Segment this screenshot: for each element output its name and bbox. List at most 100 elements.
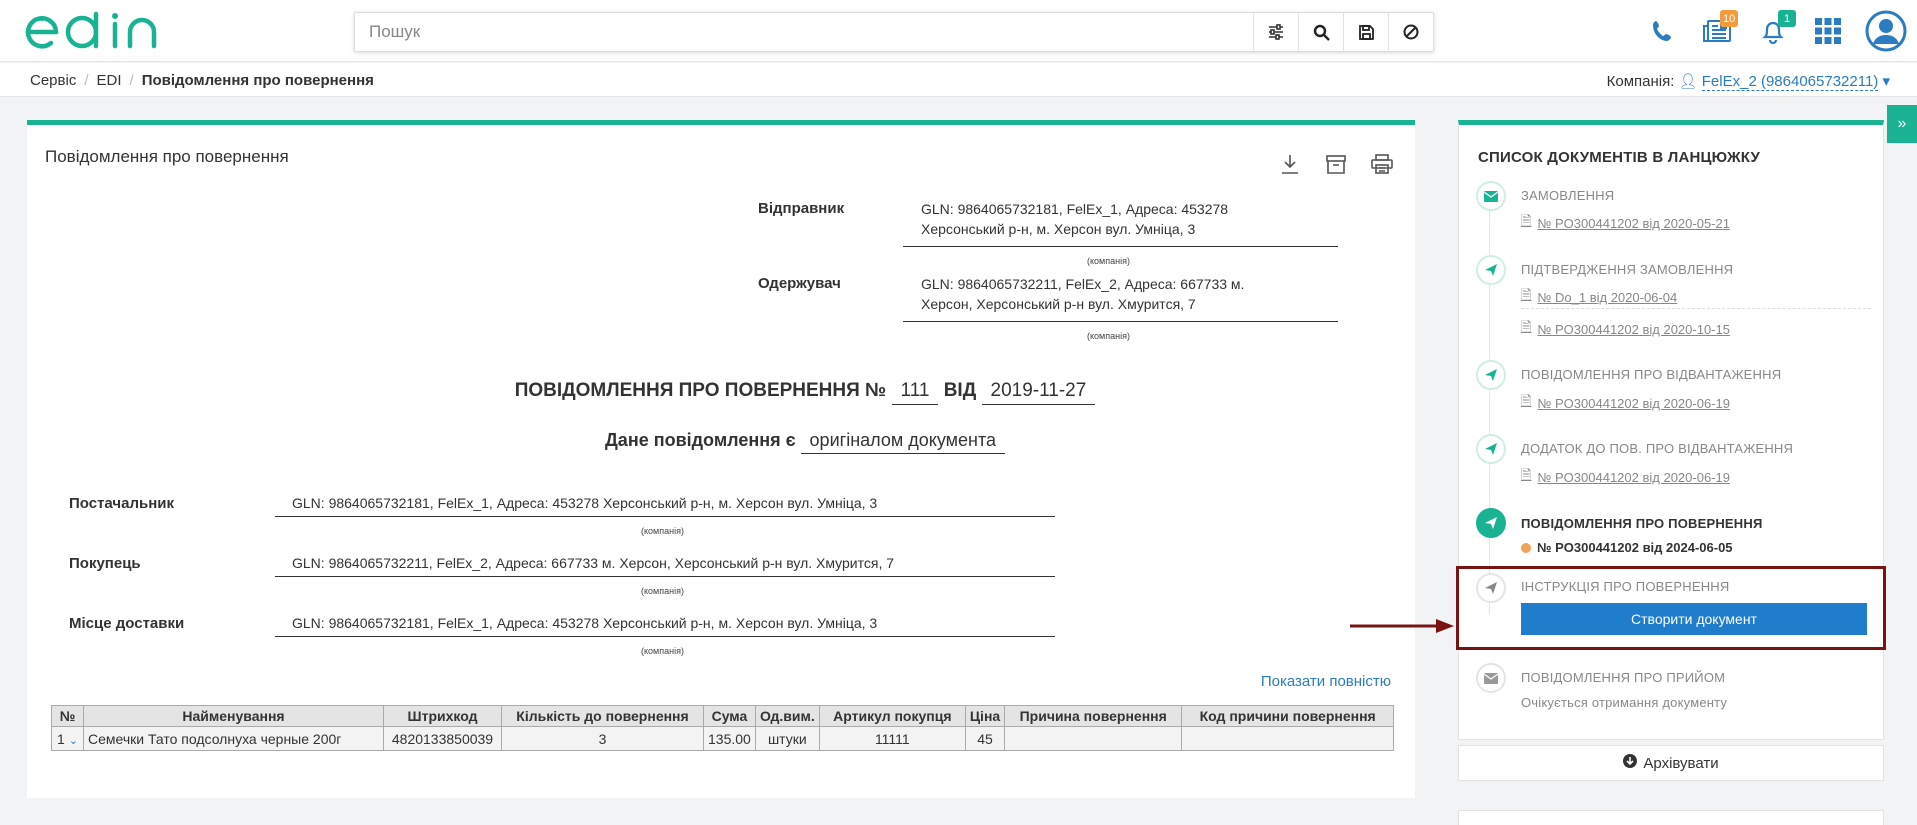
top-icons: 10 1 (1635, 8, 1917, 54)
phone-icon[interactable] (1635, 8, 1690, 54)
col-unit: Од.вим. (754, 705, 820, 727)
file-icon: 🗎︎ (1521, 467, 1532, 482)
items-table: № Найменування Штрихкод Кількість до пов… (51, 705, 1395, 751)
step-return-notice-title: ПОВІДОМЛЕННЯ ПРО ПОВЕРНЕННЯ (1521, 516, 1763, 531)
file-icon: 🗎︎ (1521, 319, 1532, 334)
documents-icon[interactable]: 10 (1690, 8, 1745, 54)
notice-date: 2019-11-27 (981, 380, 1096, 405)
clear-icon[interactable] (1388, 13, 1433, 51)
notifications-badge: 1 (1778, 10, 1796, 27)
col-name: Найменування (83, 705, 384, 727)
step-receipt-note: Очікується отримання документу (1521, 695, 1728, 710)
step-shipment-addendum-link[interactable]: 🗎︎ № PO300441202 від 2020-06-19 (1521, 466, 1730, 488)
buyer-value: GLN: 9864065732211, FelEx_2, Адреса: 667… (292, 555, 895, 571)
col-return-reason: Причина повернення (1004, 705, 1183, 727)
receiver-label: Одержувач (758, 275, 841, 292)
paper-plane-icon (1476, 360, 1506, 390)
envelope-icon (1476, 181, 1506, 211)
sender-caption: (компанія) (1087, 256, 1130, 266)
cell-sum: 135.00 (703, 726, 756, 751)
envelope-icon (1476, 663, 1506, 693)
col-quantity: Кількість до повернення (501, 705, 704, 727)
step-shipment-addendum-title: ДОДАТОК ДО ПОВ. ПРО ВІДВАНТАЖЕННЯ (1521, 441, 1794, 456)
company-label: Компанія: (1606, 73, 1675, 90)
bottom-card (1458, 810, 1884, 825)
buyer-caption: (компанія) (641, 586, 684, 596)
caret-down-icon[interactable]: ▾ (1882, 73, 1890, 90)
step-shipment-link[interactable]: 🗎︎ № PO300441202 від 2020-06-19 (1521, 392, 1730, 414)
step-order-confirm-link-1[interactable]: 🗎︎ № Do_1 від 2020-06-04 (1521, 286, 1677, 308)
receiver-underline (903, 321, 1338, 322)
buyer-label: Покупець (69, 555, 141, 572)
cell-name: Семечки Тато подсолнуха черные 200г (83, 726, 384, 751)
expand-panel-icon[interactable]: » (1887, 105, 1917, 143)
highlight-box (1456, 566, 1886, 650)
document-title: Повідомлення про повернення (45, 147, 289, 166)
sender-underline (903, 246, 1338, 247)
company-selector[interactable]: Компанія: 👤︎ FelEx_2 (9864065732211) ▾ (1606, 72, 1890, 91)
col-buyer-article: Артикул покупця (818, 705, 966, 727)
notice-prefix: ПОВІДОМЛЕННЯ ПРО ПОВЕРНЕННЯ № (514, 380, 887, 401)
paper-plane-icon (1476, 434, 1506, 464)
chain-title: СПИСОК ДОКУМЕНТІВ В ЛАНЦЮЖКУ (1478, 149, 1760, 166)
print-icon[interactable] (1369, 151, 1395, 177)
notice-heading: ПОВІДОМЛЕННЯ ПРО ПОВЕРНЕННЯ № 111 ВІД 20… (111, 380, 1499, 405)
document-panel: Повідомлення про повернення Відправник G… (27, 120, 1415, 798)
sender-label: Відправник (758, 200, 845, 217)
supplier-value: GLN: 9864065732181, FelEx_1, Адреса: 453… (292, 495, 878, 511)
save-icon[interactable] (1343, 13, 1388, 51)
supplier-caption: (компанія) (641, 526, 684, 536)
sender-line1: GLN: 9864065732181, FelEx_1, Адреса: 453… (921, 201, 1229, 217)
supplier-label: Постачальник (69, 495, 174, 512)
company-value[interactable]: FelEx_2 (9864065732211) (1701, 73, 1879, 91)
edin-logo[interactable] (20, 10, 165, 54)
breadcrumb-edi[interactable]: EDI (97, 72, 122, 89)
user-avatar-icon[interactable] (1855, 8, 1917, 54)
apps-grid-icon[interactable] (1800, 8, 1855, 54)
cell-return-reason (1004, 726, 1183, 751)
download-icon[interactable] (1277, 151, 1303, 177)
col-return-reason-code: Код причини повернення (1181, 705, 1395, 727)
buyer-underline (275, 576, 1055, 577)
original-prefix: Дане повідомлення є (604, 430, 796, 450)
original-value: оригіналом документа (800, 430, 1005, 454)
date-prefix: ВІД (943, 380, 977, 401)
col-barcode: Штрихкод (383, 705, 502, 727)
receiver-line2: Херсон, Херсонський р-н вул. Хмурится, 7 (921, 296, 1196, 312)
cell-barcode: 4820133850039 (383, 726, 502, 751)
filter-icon[interactable] (1253, 13, 1298, 51)
row-number-cell[interactable]: 1 ⌄ (51, 726, 84, 751)
document-actions (1277, 151, 1395, 177)
search-icon[interactable] (1298, 13, 1343, 51)
table-header-row: № Найменування Штрихкод Кількість до пов… (51, 705, 1395, 727)
original-line: Дане повідомлення є оригіналом документа (111, 430, 1499, 454)
receiver-caption: (компанія) (1087, 331, 1130, 341)
paper-plane-icon (1476, 508, 1506, 538)
archive-icon[interactable] (1323, 151, 1349, 177)
archive-button[interactable]: Архівувати (1458, 745, 1884, 781)
step-order-link[interactable]: 🗎︎ № PO300441202 від 2020-05-21 (1521, 212, 1730, 234)
bell-icon[interactable]: 1 (1745, 8, 1800, 54)
top-bar: 10 1 (0, 0, 1917, 62)
breadcrumb: Сервіс / EDI / Повідомлення про повернен… (30, 72, 374, 89)
chevron-down-icon[interactable]: ⌄ (69, 735, 78, 747)
search-input[interactable] (355, 13, 1253, 51)
step-order-title: ЗАМОВЛЕННЯ (1521, 188, 1615, 203)
step-return-notice-current: № PO300441202 від 2024-06-05 (1521, 540, 1733, 555)
arrow-circle-icon (1623, 754, 1638, 772)
delivery-underline (275, 636, 1055, 637)
breadcrumb-service[interactable]: Сервіс (30, 72, 76, 89)
annotation-arrow (1350, 619, 1454, 633)
breadcrumb-bar: Сервіс / EDI / Повідомлення про повернен… (0, 63, 1917, 97)
step-order-confirm-link-2[interactable]: 🗎︎ № PO300441202 від 2020-10-15 (1521, 318, 1730, 340)
receiver-value: GLN: 9864065732211, FelEx_2, Адреса: 667… (921, 274, 1244, 314)
cell-quantity: 3 (501, 726, 704, 751)
step-order-confirm-title: ПІДТВЕРДЖЕННЯ ЗАМОВЛЕННЯ (1521, 262, 1734, 277)
cell-buyer-article: 11111 (818, 726, 966, 751)
step-receipt-title: ПОВІДОМЛЕННЯ ПРО ПРИЙОМ (1521, 670, 1726, 685)
sender-line2: Херсонський р-н, м. Херсон вул. Умніца, … (921, 221, 1196, 237)
delivery-caption: (компанія) (641, 646, 684, 656)
show-all-link[interactable]: Показати повністю (1261, 673, 1391, 690)
archive-button-label: Архівувати (1643, 754, 1719, 772)
supplier-underline (275, 516, 1055, 517)
